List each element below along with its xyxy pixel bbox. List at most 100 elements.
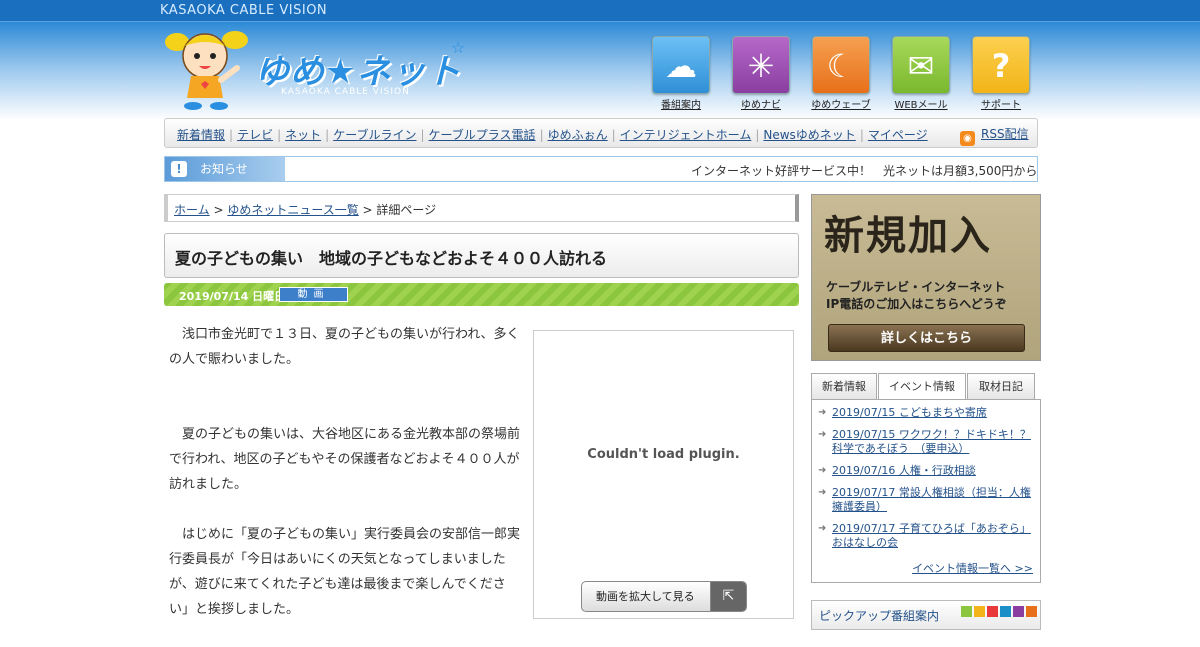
nav-separator: | [611, 128, 616, 142]
sidebar-tabs: 新着情報 イベント情報 取材日記 [811, 373, 1041, 401]
main-nav: 新着情報 | テレビ | ネット | ケーブルライン | ケーブルプラス電話 | ゆめふぉん | インテ… [164, 118, 1038, 148]
tab-news[interactable]: 新着情報 [811, 373, 877, 400]
nav-item-news[interactable]: 新着情報 [177, 128, 225, 142]
tv-program-label: 番組案内 [661, 100, 701, 111]
event-link[interactable]: 2019/07/17 常設人権相談（担当：人権擁護委員） [832, 486, 1031, 513]
list-item: ➜ 2019/07/15 こどもまちや寄席 [818, 406, 1034, 420]
article-title: 夏の子どもの集い 地域の子どもなどおよそ４００人訪れる [164, 233, 799, 278]
expand-icon: ⇱ [710, 582, 746, 611]
notice-label-box: ! お知らせ [165, 157, 285, 181]
rss-label: RSS配信 [981, 127, 1029, 141]
breadcrumb-separator: > [209, 203, 228, 217]
yume-navi-link[interactable]: ✳ ゆめナビ [732, 36, 790, 111]
arrow-right-icon: ➜ [818, 465, 827, 476]
expand-video-button[interactable]: 動画を拡大して見る ⇱ [581, 581, 747, 612]
breadcrumb: ホーム > ゆめネットニュース一覧 > 詳細ページ [164, 194, 799, 222]
banner-details-button[interactable]: 詳しくはこちら [828, 324, 1025, 352]
nav-separator: | [229, 128, 234, 142]
nav-item-mypage[interactable]: マイページ [868, 128, 928, 142]
wave-icon: ☾ [812, 36, 870, 94]
nav-separator: | [755, 128, 760, 142]
nav-item-cableline[interactable]: ケーブルライン [333, 128, 416, 142]
mail-icon: ✉ [892, 36, 950, 94]
logo-subtitle: KASAOKA CABLE VISION [281, 87, 410, 97]
notice-label: お知らせ [200, 162, 248, 176]
notice-ticker[interactable]: インターネット好評サービス中！ 光ネットは月額3,500円から利 [691, 162, 1037, 179]
nav-separator: | [277, 128, 282, 142]
site-logo[interactable]: ゆめ★ネット ☆ KASAOKA CABLE VISION [163, 24, 473, 114]
list-item: ➜ 2019/07/17 常設人権相談（担当：人権擁護委員） [818, 486, 1034, 514]
exclamation-icon: ! [171, 161, 187, 177]
color-swatch [1000, 606, 1011, 617]
article-date: 2019/07/14 日曜日 [179, 290, 286, 303]
yume-navi-label: ゆめナビ [741, 100, 781, 111]
nav-separator: | [325, 128, 330, 142]
plugin-error-message: Couldn't load plugin. [587, 447, 740, 462]
color-swatch [987, 606, 998, 617]
event-list: ➜ 2019/07/15 こどもまちや寄席 ➜ 2019/07/15 ワクワク！？ド… [811, 399, 1041, 583]
nav-separator: | [420, 128, 425, 142]
events-more-link[interactable]: イベント情報一覧へ >> [912, 560, 1033, 576]
yume-wave-link[interactable]: ☾ ゆめウェーブ [811, 36, 871, 111]
breadcrumb-news-list[interactable]: ゆめネットニュース一覧 [227, 203, 358, 217]
tab-report-diary[interactable]: 取材日記 [967, 373, 1035, 400]
brand-text: KASAOKA CABLE VISION [160, 3, 328, 18]
arrow-right-icon: ➜ [818, 523, 827, 534]
event-link[interactable]: 2019/07/16 人権・行政相談 [832, 464, 976, 477]
color-swatch [1013, 606, 1024, 617]
nav-item-yumephone[interactable]: ゆめふぉん [548, 128, 608, 142]
rss-link[interactable]: ◉ RSS配信 [960, 125, 1029, 146]
question-icon: ? [972, 36, 1030, 94]
expand-video-label: 動画を拡大して見る [596, 590, 695, 603]
date-bar: 2019/07/14 日曜日 動画 [164, 283, 799, 306]
webmail-link[interactable]: ✉ WEBメール [892, 36, 950, 111]
nav-item-net[interactable]: ネット [285, 128, 321, 142]
video-player[interactable]: Couldn't load plugin. 動画を拡大して見る ⇱ [533, 330, 794, 619]
nav-separator: | [539, 128, 544, 142]
event-link[interactable]: 2019/07/15 ワクワク！？ドキドキ！？科学であそぼう （要申込） [832, 428, 1031, 455]
event-link[interactable]: 2019/07/17 子育てひろば「あおぞら」おはなしの会 [832, 522, 1031, 549]
logo-wordmark: ゆめ★ネット [255, 52, 462, 92]
support-link[interactable]: ? サポート [972, 36, 1030, 111]
webmail-label: WEBメール [894, 100, 948, 111]
breadcrumb-separator: > [358, 203, 377, 217]
banner-line: IP電話のご加入はこちらへどうぞ [826, 297, 1007, 311]
breadcrumb-current: 詳細ページ [376, 203, 437, 217]
article-paragraph: 夏の子どもの集いは、大谷地区にある金光教本部の祭場前で行われ、地区の子どもやその… [169, 427, 521, 492]
pickup-programs-header[interactable]: ピックアップ番組案内 [811, 600, 1041, 630]
banner-line: ケーブルテレビ・インターネット [826, 280, 1006, 294]
nav-items: 新着情報 | テレビ | ネット | ケーブルライン | ケーブルプラス電話 | ゆめふぉん | インテ… [177, 126, 928, 143]
banner-heading: 新規加入 [824, 213, 992, 259]
banner-text: ケーブルテレビ・インターネット IP電話のご加入はこちらへどうぞ [826, 279, 1007, 313]
tab-events[interactable]: イベント情報 [878, 373, 966, 401]
top-bar: KASAOKA CABLE VISION [0, 0, 1200, 22]
pickup-title: ピックアップ番組案内 [819, 609, 940, 623]
color-swatch [961, 606, 972, 617]
support-label: サポート [981, 100, 1021, 111]
site-header: KASAOKA CABLE VISION ゆめ★ネット ☆ KASAOKA CA… [0, 0, 1200, 120]
nav-item-news-yumenet[interactable]: Newsゆめネット [763, 128, 855, 142]
yume-wave-label: ゆめウェーブ [811, 100, 871, 111]
pickup-swatches [959, 606, 1037, 620]
nav-item-tv[interactable]: テレビ [237, 128, 273, 142]
arrow-right-icon: ➜ [818, 407, 827, 418]
article-body: 浅口市金光町で１３日、夏の子どもの集いが行われ、多くの人で賑わいました。 夏の子… [169, 322, 521, 647]
nav-item-intelligent-home[interactable]: インテリジェントホーム [620, 128, 752, 142]
arrow-right-icon: ➜ [818, 429, 827, 440]
event-link[interactable]: 2019/07/15 こどもまちや寄席 [832, 406, 987, 419]
asterisk-navi-icon: ✳ [732, 36, 790, 94]
article-paragraph: はじめに「夏の子どもの集い」実行委員会の安部信一郎実行委員長が「今日はあいにくの… [169, 527, 521, 617]
breadcrumb-home[interactable]: ホーム [174, 203, 210, 217]
new-subscription-banner[interactable]: 新規加入 ケーブルテレビ・インターネット IP電話のご加入はこちらへどうぞ 詳し… [811, 194, 1041, 361]
tv-program-link[interactable]: ☁ 番組案内 [652, 36, 710, 111]
article-paragraph: 浅口市金光町で１３日、夏の子どもの集いが行われ、多くの人で賑わいました。 [169, 327, 520, 367]
nav-item-cableplus-phone[interactable]: ケーブルプラス電話 [429, 128, 536, 142]
nav-separator: | [859, 128, 864, 142]
list-item: ➜ 2019/07/16 人権・行政相談 [818, 464, 1034, 478]
arrow-right-icon: ➜ [818, 487, 827, 498]
color-swatch [1026, 606, 1037, 617]
rss-icon: ◉ [960, 131, 975, 146]
tv-program-icon: ☁ [652, 36, 710, 94]
list-item: ➜ 2019/07/15 ワクワク！？ドキドキ！？科学であそぼう （要申込） [818, 428, 1034, 456]
video-tag[interactable]: 動画 [279, 287, 348, 302]
